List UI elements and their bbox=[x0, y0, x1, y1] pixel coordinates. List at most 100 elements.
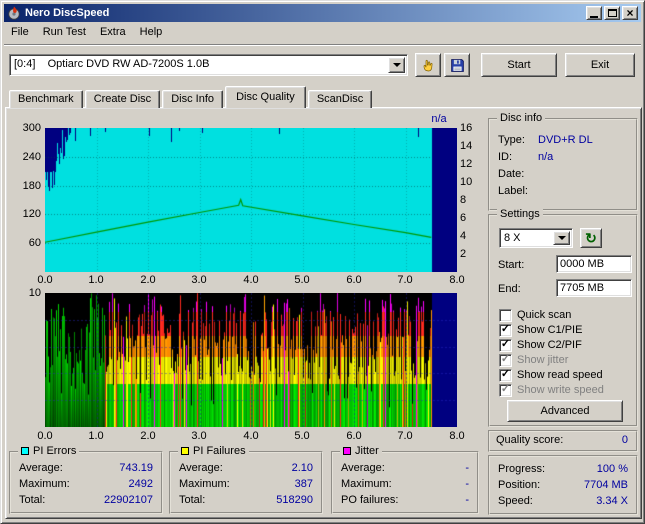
speed-label: Speed: bbox=[498, 495, 533, 507]
show-c1-pie-checkbox[interactable]: ✓ Show C1/PIE bbox=[499, 323, 582, 337]
jitter-stats-title: Jitter bbox=[340, 445, 382, 458]
checkbox-label: Show write speed bbox=[517, 384, 604, 396]
stats-label: Maximum: bbox=[179, 478, 230, 490]
exit-button[interactable]: Exit bbox=[565, 53, 635, 77]
minimize-button[interactable] bbox=[586, 6, 602, 20]
show-c2-pif-checkbox[interactable]: ✓ Show C2/PIF bbox=[499, 338, 582, 352]
disc-info-title: Disc info bbox=[497, 112, 546, 125]
end-field[interactable]: 7705 MB bbox=[556, 279, 632, 297]
axis-tick-label: 300 bbox=[22, 122, 41, 134]
menu-run-test[interactable]: Run Test bbox=[36, 23, 93, 41]
drive-selector[interactable]: [0:4] Optiarc DVD RW AD-7200S 1.0B bbox=[9, 54, 408, 76]
show-read-speed-checkbox[interactable]: ✓ Show read speed bbox=[499, 368, 603, 382]
check-icon: ✓ bbox=[500, 338, 511, 350]
axis-tick-label: 180 bbox=[22, 180, 41, 192]
axis-tick-label: 7.0 bbox=[397, 430, 413, 442]
checkbox-box[interactable]: ✓ bbox=[499, 353, 512, 367]
close-button[interactable]: × bbox=[622, 6, 638, 20]
maximize-button[interactable] bbox=[604, 6, 620, 20]
quick-scan-checkbox[interactable]: ✓ Quick scan bbox=[499, 308, 571, 322]
stats-label: Average: bbox=[179, 462, 223, 474]
stats-value: 387 bbox=[294, 478, 313, 490]
axis-tick-label: 5.0 bbox=[294, 430, 310, 442]
checkbox-label: Quick scan bbox=[517, 309, 572, 321]
pi-errors-stats-title: PI Errors bbox=[18, 445, 80, 458]
refresh-button[interactable]: ↻ bbox=[580, 228, 602, 248]
tab-scandisc[interactable]: ScanDisc bbox=[307, 90, 373, 108]
stats-value: - bbox=[465, 462, 469, 474]
quality-score-box: Quality score: 0 bbox=[488, 430, 638, 452]
axis-tick-label: 0.0 bbox=[37, 274, 53, 286]
checkbox-box[interactable]: ✓ bbox=[499, 383, 512, 397]
stats-row: Maximum: 2492 bbox=[19, 478, 153, 492]
speed-select[interactable]: 8 X bbox=[499, 228, 573, 248]
show-jitter-checkbox[interactable]: ✓ Show jitter bbox=[499, 353, 568, 367]
axis-tick-label: 5.0 bbox=[294, 274, 310, 286]
checkbox-box[interactable]: ✓ bbox=[499, 338, 512, 352]
jitter-stats: Jitter Average: - Maximum: - PO failures… bbox=[331, 445, 479, 514]
stats-label: Maximum: bbox=[19, 478, 70, 490]
axis-tick-label: 0.0 bbox=[37, 430, 53, 442]
disc-info-group: Disc info Type: DVD+R DL ID: n/a Date: L… bbox=[488, 112, 638, 211]
check-icon: ✓ bbox=[500, 323, 511, 335]
quality-score-label: Quality score: bbox=[496, 434, 564, 446]
stats-row: Average: 743.19 bbox=[19, 462, 153, 476]
hand-icon bbox=[423, 59, 433, 72]
start-button[interactable]: Start bbox=[481, 53, 557, 77]
window-controls: × bbox=[586, 6, 638, 20]
tab-create-disc[interactable]: Create Disc bbox=[84, 90, 161, 108]
stats-value: 518290 bbox=[276, 494, 313, 506]
checkbox-box[interactable]: ✓ bbox=[499, 323, 512, 337]
progress-group: Progress: 100 % Position: 7704 MB Speed:… bbox=[488, 455, 638, 515]
axis-tick-label: 1.0 bbox=[88, 430, 104, 442]
quality-score-value: 0 bbox=[621, 434, 628, 446]
axis-tick-label: 2.0 bbox=[140, 430, 156, 442]
eject-button[interactable] bbox=[415, 53, 441, 77]
axis-tick-label: 4 bbox=[460, 230, 467, 242]
checkbox-label: Show read speed bbox=[517, 369, 603, 381]
save-button[interactable] bbox=[444, 53, 470, 77]
tab-disc-info[interactable]: Disc Info bbox=[162, 90, 224, 108]
tab-benchmark[interactable]: Benchmark bbox=[9, 90, 83, 108]
menu-help[interactable]: Help bbox=[133, 23, 170, 41]
drive-selector-dropdown[interactable] bbox=[388, 57, 405, 73]
checkbox-label: Show C2/PIF bbox=[517, 339, 582, 351]
menu-extra[interactable]: Extra bbox=[93, 23, 133, 41]
axis-tick-label: 3.0 bbox=[191, 274, 207, 286]
stats-row: Total: 518290 bbox=[179, 494, 313, 508]
advanced-button[interactable]: Advanced bbox=[507, 400, 623, 422]
checkbox-label: Show C1/PIE bbox=[517, 324, 583, 336]
checkbox-label: Show jitter bbox=[517, 354, 569, 366]
stats-label: Total: bbox=[179, 494, 206, 506]
stats-label: Average: bbox=[341, 462, 385, 474]
jitter-swatch bbox=[343, 447, 351, 455]
start-field[interactable]: 0000 MB bbox=[556, 255, 632, 273]
refresh-icon: ↻ bbox=[585, 230, 597, 246]
check-icon: ✓ bbox=[500, 353, 511, 365]
menu-file[interactable]: File bbox=[4, 23, 36, 41]
checkbox-box[interactable]: ✓ bbox=[499, 308, 512, 322]
stats-value: 2.10 bbox=[291, 462, 313, 474]
tabbar: Benchmark Create Disc Disc Info Disc Qua… bbox=[9, 86, 373, 108]
titlebar: Nero DiscSpeed × bbox=[4, 4, 641, 22]
speed-select-value: 8 X bbox=[504, 232, 521, 244]
axis-tick-label: 7.0 bbox=[397, 274, 413, 286]
speed-select-dropdown[interactable] bbox=[553, 231, 570, 245]
progress-row: Position: 7704 MB bbox=[498, 479, 628, 493]
disc-info-label: Date: bbox=[498, 168, 525, 180]
settings-title: Settings bbox=[497, 208, 543, 221]
checkbox-box[interactable]: ✓ bbox=[499, 368, 512, 382]
chevron-down-icon bbox=[392, 63, 401, 67]
stats-value: 22902107 bbox=[104, 494, 153, 506]
window-title: Nero DiscSpeed bbox=[25, 7, 110, 19]
position-value: 7704 MB bbox=[583, 479, 628, 491]
tab-disc-quality[interactable]: Disc Quality bbox=[225, 86, 306, 108]
axis-tick-label: 10 bbox=[28, 287, 41, 299]
axis-tick-label: 16 bbox=[460, 122, 473, 134]
show-write-speed-checkbox[interactable]: ✓ Show write speed bbox=[499, 383, 604, 397]
stats-label: PO failures: bbox=[341, 494, 399, 506]
axis-tick-label: 10 bbox=[460, 176, 473, 188]
stats-title: PI Errors bbox=[33, 445, 77, 457]
pi-failures-stats: PI Failures Average: 2.10 Maximum: 387 T… bbox=[169, 445, 323, 514]
pi-errors-stats: PI Errors Average: 743.19 Maximum: 2492 … bbox=[9, 445, 163, 514]
